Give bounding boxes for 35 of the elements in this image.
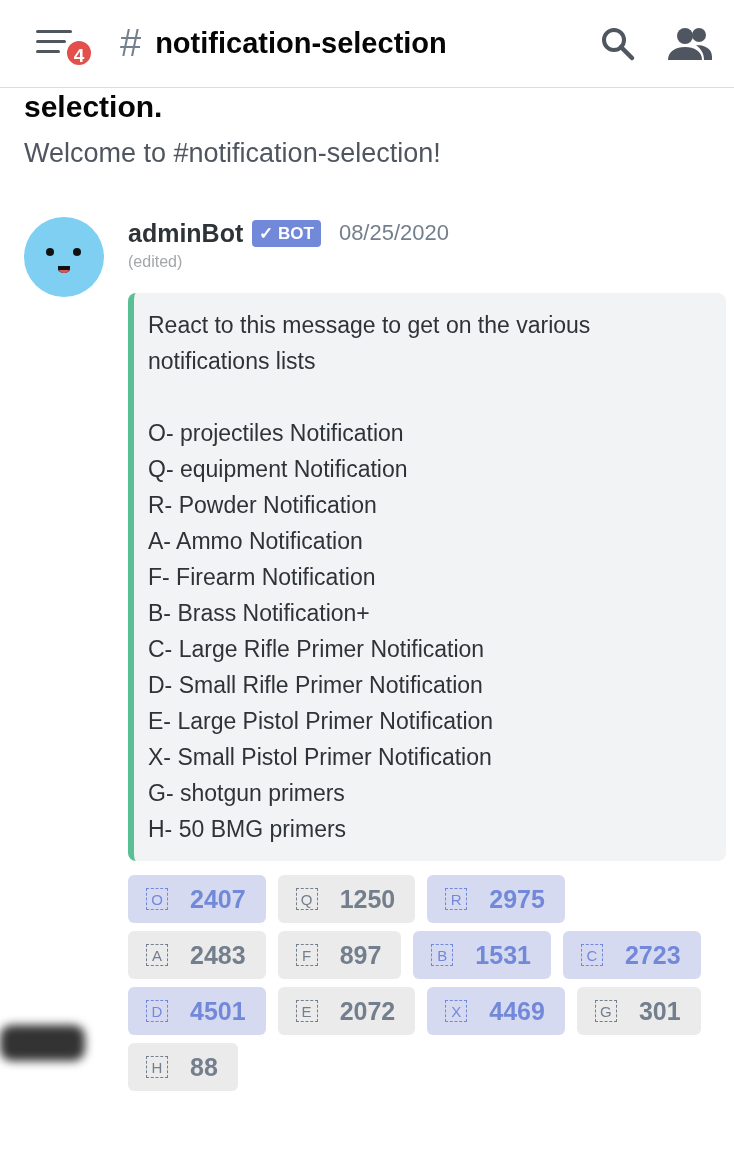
channel-title: notification-selection [155, 27, 448, 60]
edited-label: (edited) [128, 253, 184, 272]
reaction-button[interactable]: O 2407 [128, 875, 266, 923]
reaction-button[interactable]: D 4501 [128, 987, 266, 1035]
embed-text: B- Brass Notification+ [148, 599, 371, 628]
reaction-button[interactable]: B 1531 [413, 931, 551, 979]
reaction-button[interactable]: X 4469 [427, 987, 565, 1035]
channel-heading: selection. [24, 90, 164, 124]
reaction-button[interactable]: A 2483 [128, 931, 266, 979]
reaction-button[interactable]: R 2975 [427, 875, 565, 923]
embed-text: R- Powder Notification [148, 491, 378, 520]
embed-text: F- Firearm Notification [148, 563, 377, 592]
embed-text: React to this message to get on the various notifications lists [148, 311, 592, 376]
avatar-icon [24, 217, 104, 297]
reaction-button[interactable]: H 88 [128, 1043, 238, 1091]
embed-text: Q- equipment Notification [148, 455, 409, 484]
embed-text: X- Small Pistol Primer Notification [148, 743, 493, 772]
bot-tag: ✓ BOT [252, 219, 321, 247]
reaction-button[interactable]: Q 1250 [277, 875, 416, 923]
reaction-button[interactable]: G 301 [576, 987, 701, 1035]
reaction-button[interactable]: C 2723 [562, 931, 701, 979]
embed-text: H- 50 BMG primers [148, 815, 348, 844]
embed-text: A- Ammo Notification [148, 527, 364, 556]
author-name: adminBot [128, 218, 244, 248]
reaction-button[interactable]: E 2072 [277, 987, 416, 1035]
message-date: 08/25/2020 [338, 220, 449, 246]
hash-symbol: # [120, 22, 142, 65]
members-icon[interactable] [666, 25, 714, 62]
embed-text: D- Small Rifle Primer Notification [148, 671, 484, 700]
welcome-text: Welcome to #notification-selection! [24, 138, 442, 169]
embed-text: G- shotgun primers [148, 779, 346, 808]
embed-text: C- Large Rifle Primer Notification [148, 635, 486, 664]
embed-text: E- Large Pistol Primer Notification [148, 707, 495, 736]
reaction-button[interactable]: F 897 [277, 931, 402, 979]
embed-text: O- projectiles Notification [148, 419, 405, 448]
